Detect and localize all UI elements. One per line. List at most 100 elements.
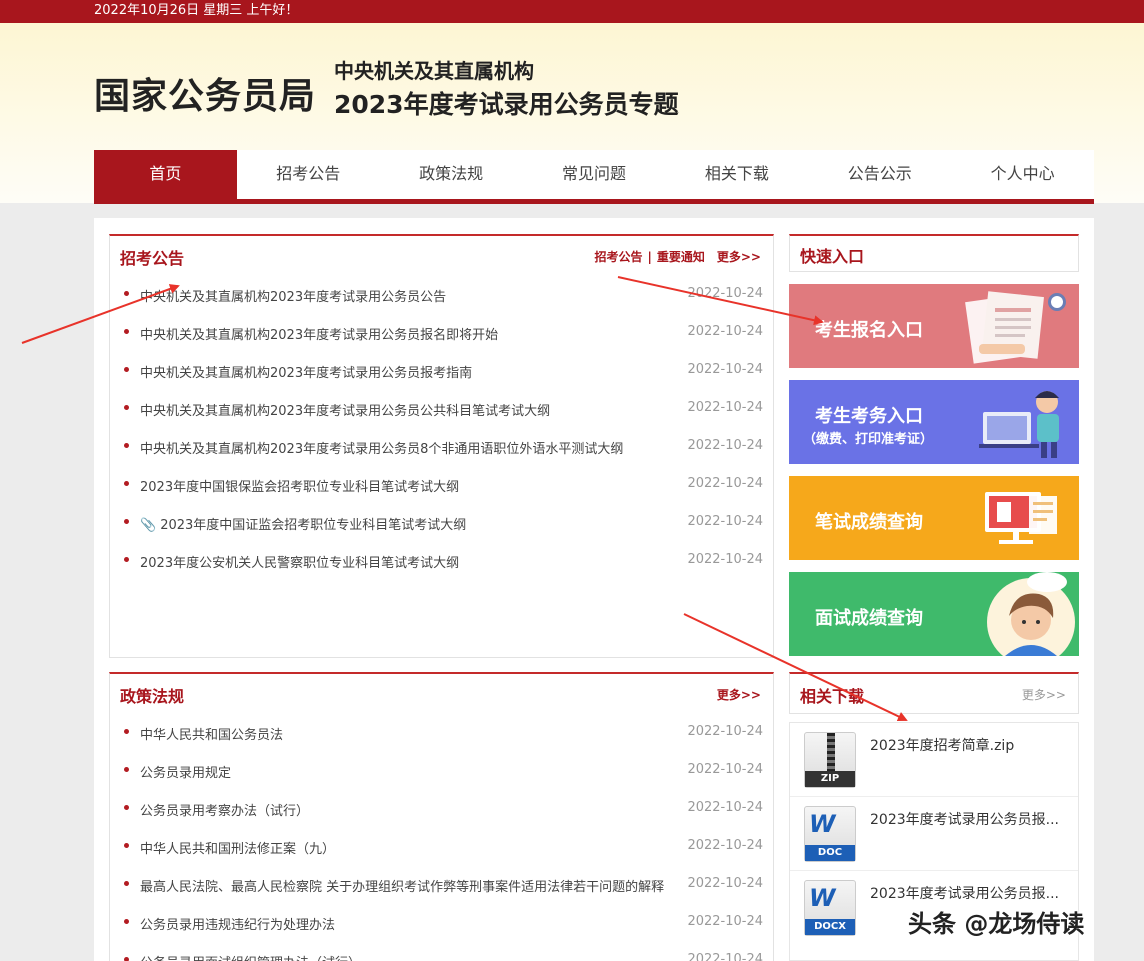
list-item-date: 2022-10-24 [687,800,763,815]
list-item-title[interactable]: 中央机关及其直属机构2023年度考试录用公务员公共科目笔试考试大纲 [140,400,550,419]
list-item-title[interactable]: 中央机关及其直属机构2023年度考试录用公务员8个非通用语职位外语水平测试大纲 [140,438,623,457]
zip-file-icon: ZIP [804,732,856,788]
bullet-icon [124,329,129,334]
list-item-title[interactable]: 最高人民法院、最高人民检察院 关于办理组织考试作弊等刑事案件适用法律若干问题的解… [140,876,664,895]
list-item-title[interactable]: 中华人民共和国刑法修正案（九） [140,838,335,857]
exam-registration-entry[interactable]: 考生报名入口 [789,284,1079,368]
list-item-date: 2022-10-24 [687,476,763,491]
exam-affairs-entry[interactable]: 考生考务入口 （缴费、打印准考证） [789,380,1079,464]
list-item[interactable]: 中央机关及其直属机构2023年度考试录用公务员公共科目笔试考试大纲 2022-10… [122,392,763,430]
bullet-icon [124,291,129,296]
list-item-date: 2022-10-24 [687,514,763,529]
list-item[interactable]: 📎 2023年度中国证监会招考职位专业科目笔试考试大纲 2022-10-24 [122,506,763,544]
bullet-icon [124,957,129,961]
list-item-title[interactable]: 中华人民共和国公务员法 [140,724,283,743]
list-item-title[interactable]: 2023年度中国证监会招考职位专业科目笔试考试大纲 [160,518,466,533]
announcements-more-link[interactable]: 更多>> [717,250,761,264]
site-logo[interactable]: 国家公务员局 [94,67,316,119]
quick-entry-title: 快速入口 [800,247,865,266]
list-item[interactable]: 公务员录用违规违纪行为处理办法 2022-10-24 [122,906,763,944]
exam-affairs-illustration-icon [979,391,1059,458]
list-item-title[interactable]: 公务员录用面试组织管理办法（试行） [140,952,361,961]
interview-illustration-icon [987,572,1075,656]
list-item-title[interactable]: 2023年度公安机关人民警察职位专业科目笔试考试大纲 [140,552,459,571]
download-item[interactable]: ZIP 2023年度招考简章.zip [790,723,1078,797]
list-item-date: 2022-10-24 [687,952,763,961]
list-item[interactable]: 公务员录用规定 2022-10-24 [122,754,763,792]
list-item-date: 2022-10-24 [687,876,763,891]
watermark-text: 头条 @龙场侍读 [908,910,1085,938]
nav-item-personal-center[interactable]: 个人中心 [951,150,1094,199]
quick-entry-label[interactable]: 笔试成绩查询 [815,508,923,534]
bullet-icon [124,481,129,486]
list-item[interactable]: 中央机关及其直属机构2023年度考试录用公务员8个非通用语职位外语水平测试大纲 2… [122,430,763,468]
downloads-title: 相关下载 [800,687,865,706]
policy-panel: 政策法规 更多>> 中华人民共和国公务员法 2022-10-24 公务员录用规定 2… [109,672,774,961]
list-item[interactable]: 中央机关及其直属机构2023年度考试录用公务员公告 2022-10-24 [122,278,763,316]
bullet-icon [124,767,129,772]
announcements-panel: 招考公告 招考公告 | 重要通知 更多>> 中央机关及其直属机构2023年度考试录用公… [109,234,774,658]
bullet-icon [124,405,129,410]
quick-entry-label[interactable]: 考生考务入口 [815,402,923,428]
list-item[interactable]: 公务员录用考察办法（试行） 2022-10-24 [122,792,763,830]
list-item-date: 2022-10-24 [687,762,763,777]
list-item-title[interactable]: 中央机关及其直属机构2023年度考试录用公务员公告 [140,286,446,305]
list-item-date: 2022-10-24 [687,286,763,301]
list-item-title[interactable]: 2023年度中国银保监会招考职位专业科目笔试考试大纲 [140,476,459,495]
nav-item-downloads[interactable]: 相关下载 [665,150,808,199]
quick-entry-label[interactable]: 考生报名入口 [815,316,923,342]
nav-item-policy[interactable]: 政策法规 [380,150,523,199]
list-item-title[interactable]: 公务员录用规定 [140,762,231,781]
paperclip-icon: 📎 [140,518,157,533]
top-date-bar: 2022年10月26日 星期三 上午好！ [0,0,1144,23]
date-text: 2022年10月26日 星期三 上午好！ [94,3,299,18]
list-item-title-with-attachment[interactable]: 📎 2023年度中国证监会招考职位专业科目笔试考试大纲 [140,514,466,533]
docx-file-icon: W DOCX [804,880,856,936]
list-item[interactable]: 公务员录用面试组织管理办法（试行） 2022-10-24 [122,944,763,961]
main-nav: 首页 招考公告 政策法规 常见问题 相关下载 公告公示 个人中心 [94,150,1094,204]
announcements-links: 招考公告 | 重要通知 更多>> [594,250,761,264]
score-illustration-icon [985,492,1057,544]
important-notice-link[interactable]: 重要通知 [657,250,705,264]
nav-item-announcements[interactable]: 招考公告 [237,150,380,199]
bullet-icon [124,919,129,924]
bullet-icon [124,367,129,372]
list-item[interactable]: 最高人民法院、最高人民检察院 关于办理组织考试作弊等刑事案件适用法律若干问题的解… [122,868,763,906]
list-item-title[interactable]: 中央机关及其直属机构2023年度考试录用公务员报考指南 [140,362,472,381]
policy-more-link[interactable]: 更多>> [717,686,761,703]
download-item-name[interactable]: 2023年度招考简章.zip [870,735,1014,755]
doc-file-icon: W DOC [804,806,856,862]
list-item-date: 2022-10-24 [687,838,763,853]
nav-item-home[interactable]: 首页 [94,150,237,199]
interview-score-query-entry[interactable]: 面试成绩查询 [789,572,1079,656]
nav-item-notices[interactable]: 公告公示 [808,150,951,199]
list-item-title[interactable]: 公务员录用考察办法（试行） [140,800,309,819]
downloads-more-link[interactable]: 更多>> [1022,686,1066,703]
list-item-title[interactable]: 中央机关及其直属机构2023年度考试录用公务员报名即将开始 [140,324,498,343]
list-item-date: 2022-10-24 [687,914,763,929]
list-item-title[interactable]: 公务员录用违规违纪行为处理办法 [140,914,335,933]
bullet-icon [124,881,129,886]
download-item-name[interactable]: 2023年度考试录用公务员报... [870,883,1059,903]
list-item[interactable]: 中华人民共和国刑法修正案（九） 2022-10-24 [122,830,763,868]
list-item[interactable]: 中华人民共和国公务员法 2022-10-24 [122,716,763,754]
quick-entry-label[interactable]: 面试成绩查询 [815,604,923,630]
list-item[interactable]: 2023年度中国银保监会招考职位专业科目笔试考试大纲 2022-10-24 [122,468,763,506]
bullet-icon [124,557,129,562]
list-item[interactable]: 中央机关及其直属机构2023年度考试录用公务员报考指南 2022-10-24 [122,354,763,392]
list-item[interactable]: 中央机关及其直属机构2023年度考试录用公务员报名即将开始 2022-10-24 [122,316,763,354]
list-item-date: 2022-10-24 [687,400,763,415]
written-score-query-entry[interactable]: 笔试成绩查询 [789,476,1079,560]
list-item-date: 2022-10-24 [687,438,763,453]
bullet-icon [124,519,129,524]
bullet-icon [124,729,129,734]
bullet-icon [124,805,129,810]
announcements-tab-link[interactable]: 招考公告 [594,250,642,264]
list-item-date: 2022-10-24 [687,362,763,377]
nav-item-faq[interactable]: 常见问题 [523,150,666,199]
header-subtitle-line1: 中央机关及其直属机构 [334,59,534,83]
header-subtitle-line2: 2023年度考试录用公务员专题 [334,90,679,119]
download-item-name[interactable]: 2023年度考试录用公务员报... [870,809,1059,829]
list-item[interactable]: 2023年度公安机关人民警察职位专业科目笔试考试大纲 2022-10-24 [122,544,763,582]
download-item[interactable]: W DOC 2023年度考试录用公务员报... [790,797,1078,871]
